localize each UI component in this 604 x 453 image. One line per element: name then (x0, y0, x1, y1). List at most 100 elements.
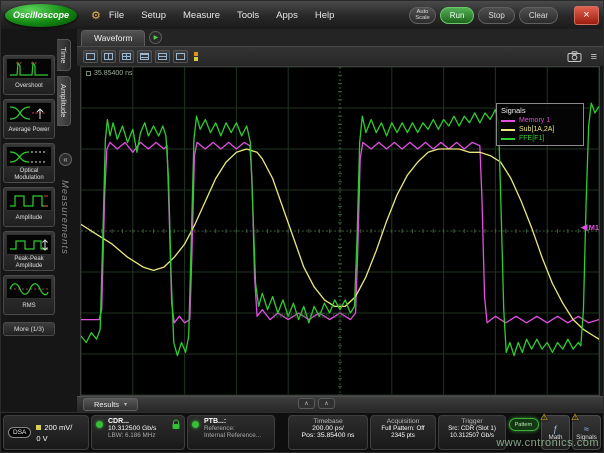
hsplit-view-button[interactable] (155, 50, 170, 63)
timebase-title: Timebase (293, 418, 363, 425)
tile-view-icon (176, 53, 185, 60)
menu-setup[interactable]: Setup (141, 10, 166, 21)
measurement-label: Optical Modulation (6, 168, 52, 181)
sidebar-item-average-power[interactable]: Average Power (3, 99, 55, 139)
cdr-panel[interactable]: CDR... 10.312500 Gb/s LBW: 6.186 MHz (91, 415, 185, 450)
single-view-button[interactable] (83, 50, 98, 63)
acquisition-panel[interactable]: Acquisition Full Pattern: Off 2345 pts (370, 415, 436, 450)
stacked-view-button[interactable] (137, 50, 152, 63)
measurement-label: Average Power (9, 124, 50, 137)
ptb-label: PTB...: (204, 418, 270, 425)
tab-amplitude[interactable]: Amplitude (57, 76, 71, 125)
measurements-panel-label: Measurements (59, 180, 70, 255)
waveform-toolbar: ≡ (77, 47, 603, 66)
quad-view-button[interactable] (119, 50, 134, 63)
timebase-scale: 200.00 ps/ (293, 425, 363, 432)
acquisition-title: Acquisition (375, 418, 431, 425)
signals-icon: ≈ (584, 424, 589, 434)
sidebar-item-amplitude[interactable]: Amplitude (3, 187, 55, 227)
run-button[interactable]: Run (440, 7, 475, 24)
statusbar-spacer (277, 415, 286, 450)
waveform-display[interactable]: 35.85400 ns Signals Memory 1 Sub[1A,2A] … (80, 66, 600, 396)
marker-label: M1 (589, 223, 599, 232)
legend-label: Sub[1A,2A] (519, 126, 554, 133)
legend-title: Signals (501, 106, 579, 115)
timestamp-value: 35.85400 ns (94, 70, 133, 77)
stop-button[interactable]: Stop (478, 7, 514, 24)
pattern-button[interactable]: Pattern (509, 418, 539, 431)
waveform-tabbar: Waveform ▶ (77, 29, 603, 47)
menu-bar: File Setup Measure Tools Apps Help (109, 10, 335, 21)
split-view-button[interactable] (101, 50, 116, 63)
measurement-label: RMS (22, 300, 35, 313)
menu-tools[interactable]: Tools (237, 10, 259, 21)
auto-scale-button[interactable]: Auto Scale (409, 7, 436, 24)
sidebar-item-optical-modulation[interactable]: Optical Modulation (3, 143, 55, 183)
expand-results-button[interactable]: ∧ (298, 398, 315, 409)
channel-values: 200 mV/ 0 V (36, 423, 72, 443)
acquisition-pattern: Full Pattern: Off (375, 425, 431, 432)
main-region: Overshoot Average Power Optical Modulati… (1, 29, 603, 412)
sidebar-item-peak-peak-amplitude[interactable]: Peak-Peak Amplitude (3, 231, 55, 271)
ptb-panel[interactable]: PTB...: Reference: Internal Reference... (187, 415, 275, 450)
channel-scale: 200 mV/ (44, 423, 72, 432)
rms-icon (6, 278, 52, 299)
camera-button[interactable] (567, 51, 582, 62)
channel-panel[interactable]: DSA 200 mV/ 0 V (3, 415, 89, 450)
auto-scale-line2: Scale (415, 15, 430, 21)
channel-color-swatch (36, 425, 41, 430)
warning-icon: ⚠ (540, 412, 548, 423)
expand-results-button-2[interactable]: ∧ (318, 398, 335, 409)
warning-icon: ⚠ (571, 412, 579, 423)
sidebar-item-overshoot[interactable]: Overshoot (3, 55, 55, 95)
trigger-rate: 10.312507 Gb/s (443, 432, 501, 439)
collapse-icon: « (63, 155, 67, 164)
close-button[interactable]: × (574, 6, 599, 25)
measurements-sidebar: Overshoot Average Power Optical Modulati… (1, 29, 77, 412)
clear-button[interactable]: Clear (519, 7, 558, 24)
sidebar-item-rms[interactable]: RMS (3, 275, 55, 315)
gear-icon[interactable]: ⚙ (91, 9, 101, 22)
legend-swatch (501, 120, 515, 122)
chevron-up-icon: ∧ (324, 400, 328, 407)
dropdown-icon: ▾ (124, 401, 127, 408)
cdr-rate: 10.312500 Gb/s (108, 425, 180, 432)
close-icon: × (583, 9, 589, 21)
legend-label: FFE[F1] (519, 135, 544, 142)
tab-results[interactable]: Results ▾ (83, 398, 138, 411)
timebase-panel[interactable]: Timebase 200.00 ps/ Pos: 35.85400 ns (288, 415, 368, 450)
cdr-label: CDR... (108, 418, 180, 425)
panel-menu-button[interactable]: ≡ (591, 52, 597, 62)
split-view-icon (104, 53, 113, 60)
hsplit-view-icon (158, 53, 167, 60)
menu-measure[interactable]: Measure (183, 10, 220, 21)
top-controls: Auto Scale Run Stop Clear × (409, 6, 599, 25)
single-view-icon (86, 53, 95, 60)
menu-help[interactable]: Help (315, 10, 335, 21)
ptb-reference-label: Reference: (204, 425, 270, 432)
measurement-label: Peak-Peak Amplitude (6, 256, 52, 269)
cdr-lbw: LBW: 6.186 MHz (108, 432, 180, 439)
tab-waveform[interactable]: Waveform (81, 30, 145, 46)
tab-time[interactable]: Time (57, 39, 71, 71)
waveform-play-button[interactable]: ▶ (149, 31, 162, 44)
menu-file[interactable]: File (109, 10, 124, 21)
lock-icon (171, 419, 181, 430)
menu-apps[interactable]: Apps (276, 10, 298, 21)
top-menu-bar: Oscilloscope ⚙ File Setup Measure Tools … (1, 1, 603, 29)
legend-swatch (501, 138, 515, 140)
more-measurements-button[interactable]: More (1/3) (3, 322, 55, 336)
sidebar-tabstrip: Time Amplitude « Measurements (57, 29, 77, 412)
marker-m1[interactable]: ◀ M1 (581, 223, 599, 232)
oscilloscope-app: Oscilloscope ⚙ File Setup Measure Tools … (0, 0, 604, 453)
signals-legend[interactable]: Signals Memory 1 Sub[1A,2A] FFE[F1] (496, 103, 584, 146)
sidebar-collapse-button[interactable]: « (59, 153, 72, 166)
amplitude-icon (6, 190, 52, 211)
panel-expand-controls: ∧ ∧ (298, 398, 335, 409)
tile-view-button[interactable] (173, 50, 188, 63)
measurement-label: Overshoot (15, 80, 43, 93)
watermark-grid: www.cntronics.com (273, 310, 350, 320)
legend-swatch (501, 129, 515, 131)
stacked-view-icon (140, 53, 149, 60)
overshoot-icon (6, 58, 52, 79)
